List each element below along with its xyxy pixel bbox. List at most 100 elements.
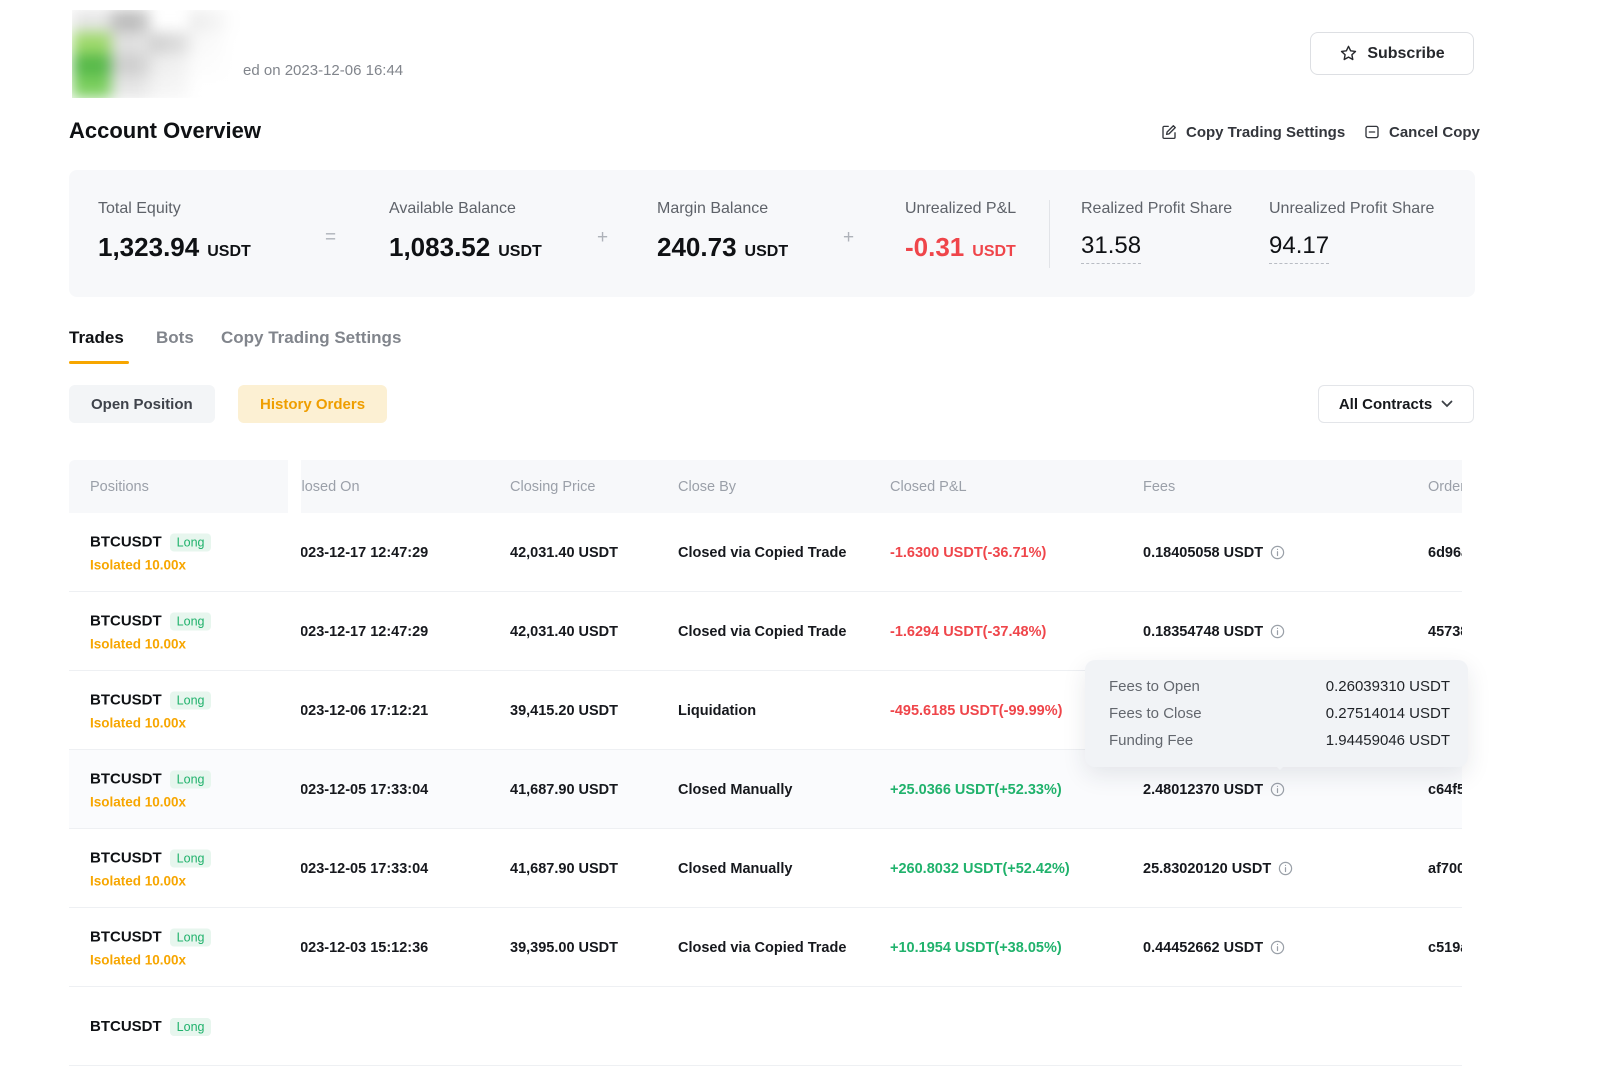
stat-label: Unrealized P&L <box>905 200 1016 218</box>
active-tab-underline <box>69 361 129 364</box>
margin-leverage: Isolated 10.00x <box>90 873 211 888</box>
stat-value[interactable]: 94.17 <box>1269 232 1329 264</box>
stat-label: Realized Profit Share <box>1081 200 1232 218</box>
close-by-cell: Closed Manually <box>678 861 792 877</box>
margin-leverage: Isolated 10.00x <box>90 952 211 967</box>
row-scroll-cells: 2023-12-03 15:12:36 39,395.00 USDT Close… <box>301 908 1462 987</box>
edit-icon <box>1160 123 1178 141</box>
close-by-cell: Closed via Copied Trade <box>678 624 846 640</box>
position-pair: BTCUSDT <box>90 929 162 946</box>
positions-cell: BTCUSDT Long Isolated 10.00x <box>90 691 211 730</box>
closing-price-cell: 39,395.00 USDT <box>510 940 618 956</box>
info-icon[interactable] <box>1278 861 1293 876</box>
position-pair: BTCUSDT <box>90 613 162 630</box>
tooltip-label: Fees to Open <box>1109 678 1200 695</box>
stat-value: 1,083.52 <box>389 232 490 263</box>
subscribe-label: Subscribe <box>1367 45 1444 63</box>
copy-trading-settings-link[interactable]: Copy Trading Settings <box>1160 123 1345 141</box>
table-row[interactable]: BTCUSDT Long Isolated 10.00x 2023-12-03 … <box>69 908 1462 987</box>
stat-label: Available Balance <box>389 200 542 218</box>
side-badge: Long <box>170 770 212 788</box>
stats-divider <box>1049 200 1050 268</box>
fees-value: 2.48012370 USDT <box>1143 782 1263 798</box>
row-scroll-cells: 2023-12-17 12:47:29 42,031.40 USDT Close… <box>301 513 1462 592</box>
tooltip-row: Fees to Close 0.27514014 USDT <box>1109 700 1450 727</box>
positions-cell: BTCUSDT Long Isolated 10.00x <box>90 533 211 572</box>
close-by-cell: Liquidation <box>678 703 756 719</box>
column-header-closing-price: Closing Price <box>510 479 595 495</box>
close-by-cell: Closed via Copied Trade <box>678 940 846 956</box>
tab-bots[interactable]: Bots <box>156 328 194 348</box>
side-badge: Long <box>170 691 212 709</box>
positions-cell: BTCUSDT Long Isolated 10.00x <box>90 770 211 809</box>
closing-price-cell: 41,687.90 USDT <box>510 861 618 877</box>
stat-unit: USDT <box>207 243 251 261</box>
info-icon[interactable] <box>1270 940 1285 955</box>
stat-value: 1,323.94 <box>98 232 199 263</box>
tooltip-arrow <box>1271 761 1289 770</box>
contracts-dropdown[interactable]: All Contracts <box>1318 385 1474 423</box>
stat-total-equity: Total Equity 1,323.94 USDT <box>98 200 251 263</box>
minus-square-icon <box>1363 123 1381 141</box>
stat-value: -0.31 <box>905 232 964 263</box>
closed-on-cell: 2023-12-03 15:12:36 <box>301 940 428 956</box>
closed-pnl: +260.8032 USDT(+52.42%) <box>890 861 1070 877</box>
margin-leverage: Isolated 10.00x <box>90 794 211 809</box>
info-icon[interactable] <box>1270 624 1285 639</box>
fees-cell: 25.83020120 USDT <box>1143 861 1293 877</box>
closing-price-cell: 41,687.90 USDT <box>510 782 618 798</box>
table-row[interactable]: BTCUSDT Long Isolated 10.00x 2023-12-05 … <box>69 829 1462 908</box>
account-stats-panel: Total Equity 1,323.94 USDT = Available B… <box>69 170 1475 297</box>
tooltip-row: Fees to Open 0.26039310 USDT <box>1109 673 1450 700</box>
closed-pnl: +10.1954 USDT(+38.05%) <box>890 940 1062 956</box>
column-header-closed-on: Closed On <box>301 479 360 495</box>
closing-price-cell: 39,415.20 USDT <box>510 703 618 719</box>
stat-label: Total Equity <box>98 200 251 218</box>
info-icon[interactable] <box>1270 782 1285 797</box>
stat-unit: USDT <box>972 243 1016 261</box>
closed-pnl: +25.0366 USDT(+52.33%) <box>890 782 1062 798</box>
column-header-positions: Positions <box>90 479 149 495</box>
column-header-fees: Fees <box>1143 479 1175 495</box>
fees-breakdown-tooltip: Fees to Open 0.26039310 USDT Fees to Clo… <box>1085 660 1468 767</box>
open-position-button[interactable]: Open Position <box>69 385 215 423</box>
side-badge: Long <box>170 928 212 946</box>
close-by-cell: Closed Manually <box>678 782 792 798</box>
cancel-copy-link[interactable]: Cancel Copy <box>1363 123 1480 141</box>
side-badge: Long <box>170 533 212 551</box>
tab-trades[interactable]: Trades <box>69 328 124 348</box>
history-orders-button[interactable]: History Orders <box>238 385 387 423</box>
fees-value: 0.18354748 USDT <box>1143 624 1263 640</box>
stat-unrealized-profit-share: Unrealized Profit Share 94.17 <box>1269 200 1434 264</box>
order-no-cell: 6d96ace6 <box>1428 545 1462 561</box>
tab-copy-trading-settings[interactable]: Copy Trading Settings <box>221 328 401 348</box>
subscribe-button[interactable]: Subscribe <box>1310 32 1474 75</box>
created-on-text: ed on 2023-12-06 16:44 <box>243 62 403 79</box>
row-scroll-cells: 2023-12-05 17:33:04 41,687.90 USDT Close… <box>301 829 1462 908</box>
plus-operator: + <box>843 227 854 249</box>
tooltip-value: 1.94459046 USDT <box>1326 732 1450 749</box>
orders-table-body: BTCUSDT Long Isolated 10.00x 2023-12-17 … <box>69 513 1462 1066</box>
closed-on-cell: 2023-12-06 17:12:21 <box>301 703 428 719</box>
info-icon[interactable] <box>1270 545 1285 560</box>
order-no-cell: af700091 <box>1428 861 1462 877</box>
chevron-down-icon <box>1441 400 1453 408</box>
fees-value: 0.44452662 USDT <box>1143 940 1263 956</box>
side-badge: Long <box>170 612 212 630</box>
closed-on-cell: 2023-12-17 12:47:29 <box>301 545 428 561</box>
stat-unrealized-pnl: Unrealized P&L -0.31 USDT <box>905 200 1016 263</box>
position-pair: BTCUSDT <box>90 692 162 709</box>
stat-value: 240.73 <box>657 232 737 263</box>
column-header-order-no: Order No. <box>1428 479 1462 495</box>
table-row[interactable]: BTCUSDT Long Isolated 10.00x 2023-12-17 … <box>69 513 1462 592</box>
order-no-cell: 4573882a <box>1428 624 1462 640</box>
stat-realized-profit-share: Realized Profit Share 31.58 <box>1081 200 1232 264</box>
fees-cell: 0.44452662 USDT <box>1143 940 1285 956</box>
column-header-closed-pnl: Closed P&L <box>890 479 967 495</box>
fees-cell: 2.48012370 USDT <box>1143 782 1285 798</box>
stat-value[interactable]: 31.58 <box>1081 232 1141 264</box>
plus-operator: + <box>597 227 608 249</box>
tooltip-value: 0.27514014 USDT <box>1326 705 1450 722</box>
fees-cell: 0.18405058 USDT <box>1143 545 1285 561</box>
position-pair: BTCUSDT <box>90 771 162 788</box>
